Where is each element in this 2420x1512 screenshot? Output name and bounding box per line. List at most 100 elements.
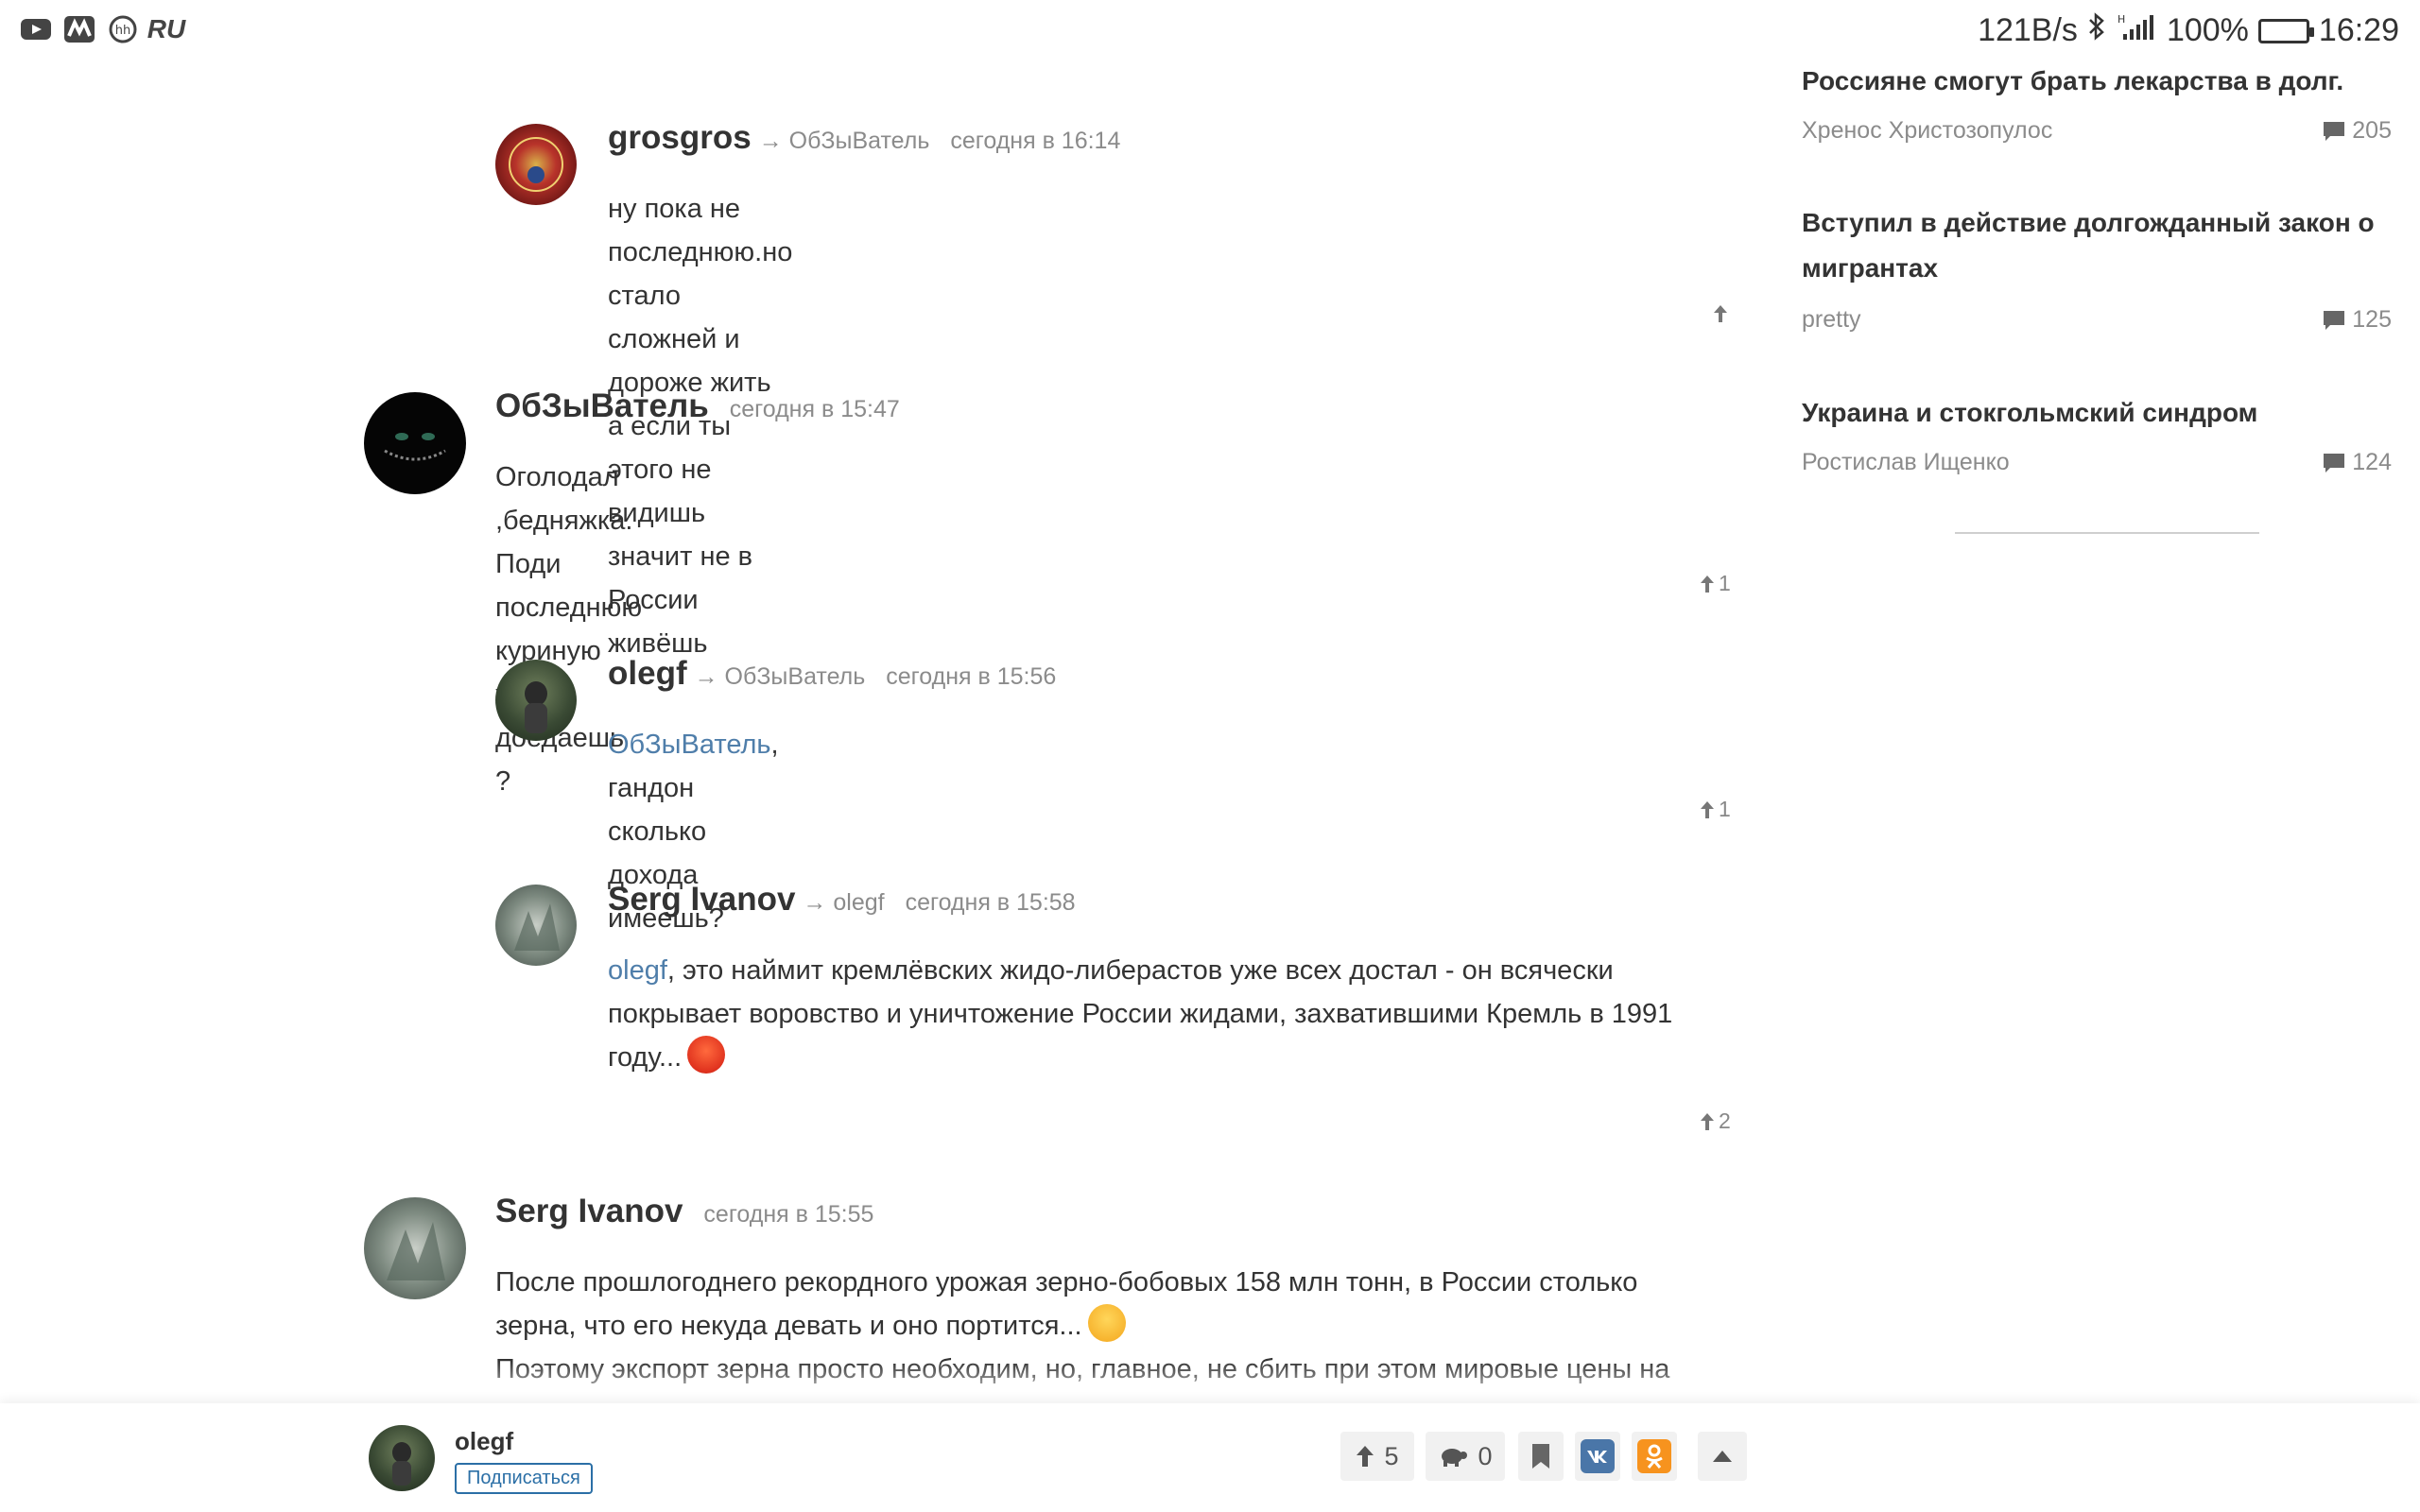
comment-count[interactable]: 124 [2322,449,2392,476]
article-title[interactable]: Россияне смогут брать лекарства в долг. [1802,59,2392,104]
sidebar-article[interactable]: Украина и стокгольмский синдром Ростисла… [1802,390,2392,475]
comment-author[interactable]: Serg Ivanov [608,881,795,919]
app-logo-icon [62,15,96,43]
comment-count[interactable]: 125 [2322,306,2392,334]
comment-line: году... [608,1042,683,1073]
comment-header: Serg Ivanov сегодня в 15:55 [495,1193,873,1230]
article-action-bar: olegf Подписаться 5 0 [0,1403,2420,1512]
battery-percent: 100% [2166,12,2249,48]
article-meta: Хренос Христозопулос 205 [1802,117,2392,145]
comment-time[interactable]: сегодня в 16:14 [950,128,1120,155]
bookmark-icon [1532,1444,1549,1469]
article-author[interactable]: Хренос Христозопулос [1802,117,2052,145]
reply-to-link[interactable]: → ОбЗыВатель [695,663,866,691]
upvote-button[interactable] [1713,304,1728,323]
avatar[interactable] [364,392,466,494]
comment-time[interactable]: сегодня в 15:58 [906,889,1076,917]
comment-author[interactable]: grosgros [608,119,752,157]
vote-count: 1 [1719,571,1731,595]
author-avatar[interactable] [369,1425,435,1491]
comment-icon [2324,121,2345,141]
like-button[interactable]: 5 [1340,1432,1414,1481]
article-author[interactable]: pretty [1802,306,1861,334]
reply-to-link[interactable]: → olegf [803,889,884,917]
comment-time[interactable]: сегодня в 15:55 [703,1201,873,1228]
mention-link[interactable]: olegf [608,955,667,986]
avatar[interactable] [495,124,577,205]
comment-line: , это наймит кремлёвских жидо-либерастов… [666,955,1614,986]
comment-line: ну пока не последнюю.но стало сложней и … [608,194,793,398]
battery-icon [2257,18,2314,43]
bluetooth-icon [2087,11,2106,50]
comment-line: зерна, что его некуда девать и оно порти… [495,1311,1082,1341]
article-title-line: мигрантах [1802,253,1939,283]
smirk-emoji-icon [1087,1304,1126,1342]
vote-count: 2 [1719,1108,1731,1133]
hh-icon: hh [106,15,140,43]
sidebar-article[interactable]: Россияне смогут брать лекарства в долг. … [1802,59,2392,144]
status-bar: hh RU 121B/s H 100% 16:29 [0,0,2420,62]
comment-time[interactable]: сегодня в 15:56 [886,663,1056,691]
comment-header: Serg Ivanov → olegf сегодня в 15:58 [608,881,1076,919]
comment-icon [2324,453,2345,472]
sidebar-divider [1955,532,2259,534]
avatar[interactable] [495,885,577,966]
mention-link[interactable]: ОбЗыВатель [608,730,771,760]
network-speed: 121B/s [1978,12,2078,48]
comment-header: ОбЗыВатель сегодня в 15:47 [495,387,900,425]
vk-icon [1581,1439,1615,1473]
signal-icon: H [2116,11,2157,50]
comment-count[interactable]: 205 [2322,117,2392,145]
arrow-up-icon [1701,800,1714,818]
upvote-button[interactable]: 2 [1700,1108,1731,1134]
comment-header: grosgros → ОбЗыВатель сегодня в 16:14 [608,119,1120,157]
avatar[interactable] [495,660,577,741]
comment-line: покрывает воровство и уничтожение России… [608,999,1673,1029]
hh-label: hh [115,24,130,38]
upvote-button[interactable]: 1 [1700,571,1731,596]
turtle-icon [1442,1449,1468,1467]
system-status: 121B/s H 100% 16:29 [1978,11,2399,50]
odnoklassniki-icon [1637,1439,1671,1473]
clock: 16:29 [2318,12,2399,48]
content-fade [0,1361,2420,1403]
comment-line: Оголодал ,бедняжка. [495,462,633,536]
reply-to-link[interactable]: → ОбЗыВатель [759,128,930,155]
bookmark-button[interactable] [1518,1432,1564,1481]
comment-author[interactable]: Serg Ivanov [495,1193,683,1230]
upvote-button[interactable]: 1 [1700,797,1731,822]
author-name[interactable]: olegf [455,1427,513,1456]
angry-emoji-icon [687,1036,726,1074]
avatar[interactable] [364,1197,466,1299]
subscribe-button[interactable]: Подписаться [455,1463,593,1494]
youtube-icon [19,15,53,43]
comment-icon [2324,310,2345,330]
arrow-up-icon [1714,305,1727,322]
vk-share-button[interactable] [1575,1432,1620,1481]
article-title[interactable]: Вступил в действие долгожданный закон о … [1802,200,2392,291]
comment-author[interactable]: olegf [608,655,687,693]
article-author[interactable]: Ростислав Ищенко [1802,449,2010,476]
comment-count-value: 124 [2352,449,2392,475]
arrow-up-icon [1701,1112,1714,1130]
comment-count-value: 125 [2352,306,2392,333]
ok-share-button[interactable] [1632,1432,1677,1481]
triangle-up-icon [1713,1451,1732,1462]
article-title[interactable]: Украина и стокгольмский синдром [1802,390,2392,436]
article-meta: Ростислав Ищенко 124 [1802,449,2392,476]
notification-icons: hh RU [19,14,186,43]
comment-time[interactable]: сегодня в 15:47 [730,396,900,423]
like-count: 5 [1384,1441,1399,1470]
scroll-top-button[interactable] [1698,1432,1747,1481]
arrow-up-icon [1357,1446,1374,1467]
article-meta: pretty 125 [1802,306,2392,334]
comment-author[interactable]: ОбЗыВатель [495,387,709,425]
comment-count-value: 205 [2352,117,2392,144]
comment-header: olegf → ОбЗыВатель сегодня в 15:56 [608,655,1056,693]
vote-count: 1 [1719,797,1731,821]
sidebar-article[interactable]: Вступил в действие долгожданный закон о … [1802,200,2392,333]
comment-line: После прошлогоднего рекордного урожая зе… [495,1267,1638,1297]
arrow-up-icon [1701,575,1714,593]
dislike-button[interactable]: 0 [1426,1432,1505,1481]
ru-icon: RU [147,14,186,43]
